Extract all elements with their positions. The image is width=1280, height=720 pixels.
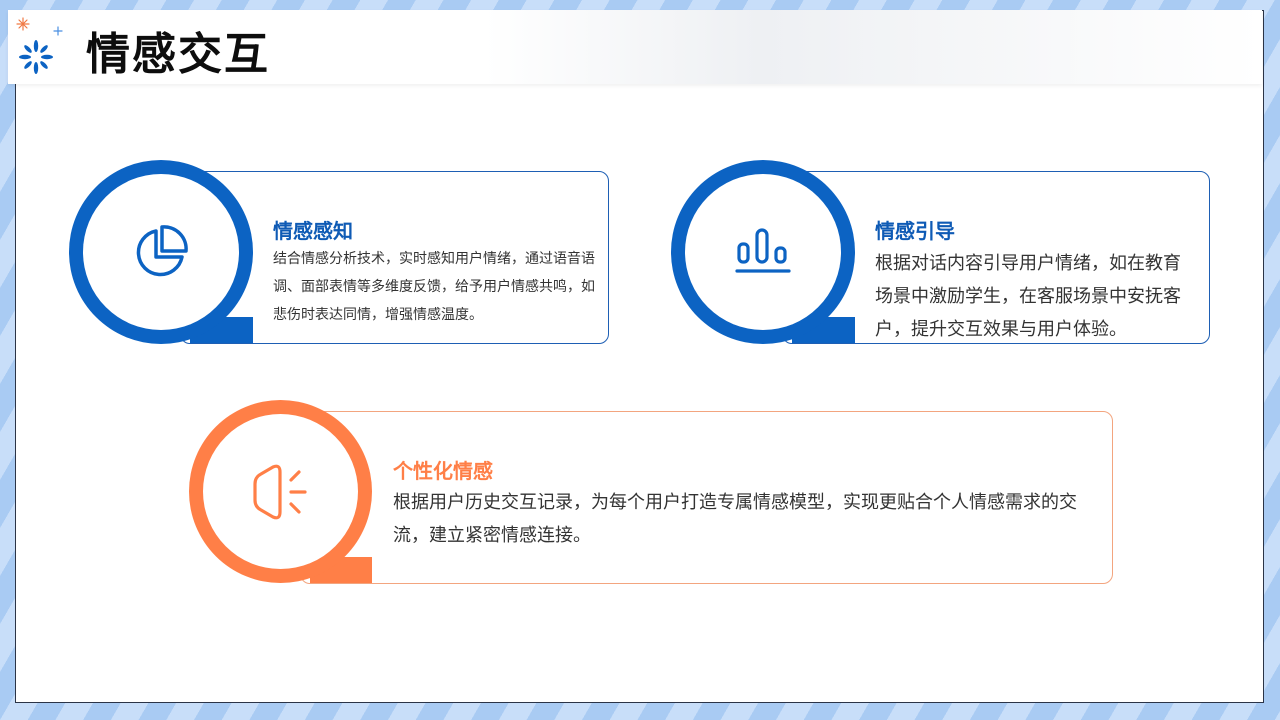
bar-chart-icon bbox=[735, 228, 791, 273]
card-heading: 情感感知 bbox=[273, 219, 353, 243]
icon-circle bbox=[685, 174, 841, 330]
pie-chart-icon bbox=[136, 225, 188, 277]
card-heading: 情感引导 bbox=[875, 219, 955, 243]
page-title: 情感交互 bbox=[86, 29, 270, 80]
speaker-icon bbox=[252, 464, 307, 519]
card-description: 根据用户历史交互记录，为每个用户打造专属情感模型，实现更贴合个人情感需求的交流，… bbox=[393, 492, 1077, 546]
card-description: 根据对话内容引导用户情绪，如在教育场景中激励学生，在客服场景中安抚客户，提升交互… bbox=[875, 253, 1181, 340]
slide-frame bbox=[15, 10, 1264, 703]
card-description: 结合情感分析技术，实时感知用户情绪，通过语音语调、面部表情等多维度反馈，给予用户… bbox=[273, 251, 595, 323]
sparkle-icon bbox=[16, 17, 63, 74]
icon-circle bbox=[83, 174, 239, 330]
card-heading: 个性化情感 bbox=[393, 459, 493, 483]
icon-circle bbox=[203, 414, 358, 569]
